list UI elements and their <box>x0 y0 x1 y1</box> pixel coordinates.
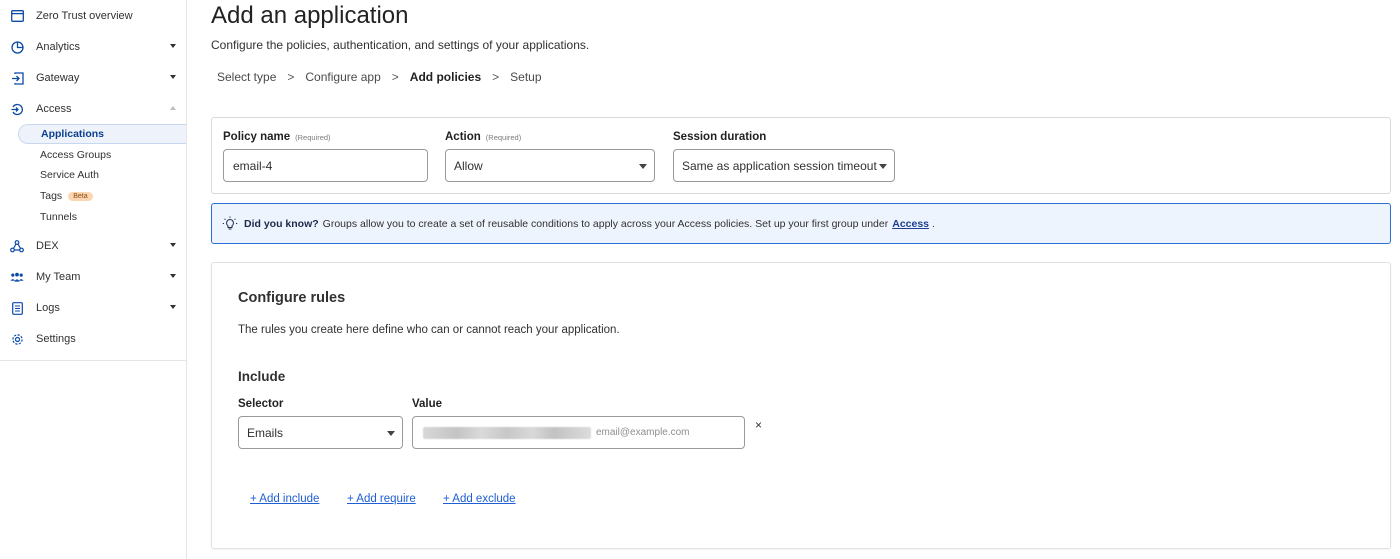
action-label-text: Action <box>445 131 481 143</box>
email-placeholder: email@example.com <box>596 427 690 438</box>
sidebar-subitem-label: Access Groups <box>40 149 112 161</box>
sidebar-subitem-tunnels[interactable]: Tunnels <box>18 207 186 227</box>
sidebar-subitem-access-groups[interactable]: Access Groups <box>18 145 186 165</box>
beta-badge: Beta <box>68 191 93 201</box>
access-link[interactable]: Access <box>892 218 929 230</box>
chevron-down-icon <box>170 75 176 79</box>
dropdown-arrow-icon <box>879 164 887 169</box>
session-duration-select[interactable]: Same as application session timeout <box>673 149 895 182</box>
redacted-email <box>423 426 591 439</box>
sidebar-item-gateway[interactable]: Gateway <box>0 66 186 90</box>
add-require-link[interactable]: + Add require <box>347 493 416 505</box>
banner-trailing: . <box>932 217 935 230</box>
breadcrumb-separator: > <box>391 70 399 84</box>
breadcrumb-step-configure-app[interactable]: Configure app <box>305 70 380 84</box>
action-value: Allow <box>454 158 483 173</box>
breadcrumb: Select type > Configure app > Add polici… <box>217 70 542 84</box>
banner-text: Groups allow you to create a set of reus… <box>322 217 889 230</box>
banner-heading: Did you know? <box>244 217 319 230</box>
sidebar-item-label: Settings <box>36 333 76 345</box>
gear-icon <box>10 332 24 346</box>
dropdown-arrow-icon <box>639 164 647 169</box>
include-title: Include <box>238 369 286 384</box>
policy-name-value: email-4 <box>233 158 273 173</box>
sidebar-subitem-label: Tunnels <box>40 211 77 223</box>
action-label: Action (Required) <box>445 131 521 143</box>
sidebar-item-my-team[interactable]: My Team <box>0 265 186 289</box>
page-description: Configure the policies, authentication, … <box>211 38 590 52</box>
document-icon <box>10 301 24 315</box>
sidebar-subitem-tags[interactable]: Tags Beta <box>18 186 186 206</box>
chevron-up-icon <box>170 106 176 110</box>
sidebar-subitem-label: Tags <box>40 190 63 202</box>
sidebar-item-analytics[interactable]: Analytics <box>0 35 186 59</box>
policy-name-input[interactable]: email-4 <box>223 149 428 182</box>
chevron-down-icon <box>170 305 176 309</box>
browser-window-icon <box>10 9 24 23</box>
configure-rules-description: The rules you create here define who can… <box>238 324 620 336</box>
chevron-down-icon <box>170 243 176 247</box>
pie-chart-icon <box>10 40 24 54</box>
policy-name-label-text: Policy name <box>223 131 291 143</box>
sidebar-item-label: DEX <box>36 240 59 252</box>
selector-label-text: Selector <box>238 398 284 410</box>
breadcrumb-step-add-policies: Add policies <box>409 70 482 84</box>
gateway-icon <box>10 71 24 85</box>
email-value-input[interactable]: email@example.com <box>412 416 745 449</box>
sidebar-item-label: Access <box>36 103 72 115</box>
chevron-down-icon <box>170 274 176 278</box>
session-duration-label-text: Session duration <box>673 131 767 143</box>
team-icon <box>10 270 24 284</box>
sidebar-item-label: Zero Trust overview <box>36 10 133 22</box>
access-icon <box>10 102 24 116</box>
configure-rules-title: Configure rules <box>238 290 346 306</box>
selector-value: Emails <box>247 425 284 440</box>
add-include-link[interactable]: + Add include <box>250 493 319 505</box>
sidebar-subitem-applications[interactable]: Applications <box>18 124 186 144</box>
sidebar: Zero Trust overview Analytics Gateway Ac… <box>0 0 187 559</box>
info-banner: Did you know? Groups allow you to create… <box>211 203 1391 244</box>
sidebar-item-settings[interactable]: Settings <box>0 327 186 351</box>
sidebar-subitem-label: Applications <box>41 128 105 140</box>
sidebar-item-logs[interactable]: Logs <box>0 296 186 320</box>
required-marker: (Required) <box>295 133 331 142</box>
session-duration-value: Same as application session timeout <box>682 158 877 173</box>
dropdown-arrow-icon <box>387 431 395 436</box>
selector-select[interactable]: Emails <box>238 416 403 449</box>
breadcrumb-separator: > <box>287 70 295 84</box>
configure-rules-card <box>211 262 1391 549</box>
breadcrumb-separator: > <box>492 70 500 84</box>
required-marker: (Required) <box>485 133 522 142</box>
sidebar-item-label: Gateway <box>36 72 80 84</box>
lightbulb-icon <box>222 216 238 232</box>
sidebar-item-label: Analytics <box>36 41 81 53</box>
sidebar-item-label: Logs <box>36 302 60 314</box>
network-icon <box>10 239 24 253</box>
breadcrumb-step-select-type[interactable]: Select type <box>217 70 276 84</box>
sidebar-subitem-service-auth[interactable]: Service Auth <box>18 165 186 185</box>
sidebar-subitem-label: Service Auth <box>40 169 99 181</box>
add-exclude-link[interactable]: + Add exclude <box>443 493 516 505</box>
session-duration-label: Session duration <box>673 131 766 143</box>
sidebar-divider <box>0 360 186 361</box>
sidebar-item-dex[interactable]: DEX <box>0 234 186 258</box>
breadcrumb-step-setup[interactable]: Setup <box>510 70 541 84</box>
chevron-down-icon <box>170 44 176 48</box>
selector-label: Selector <box>238 398 283 410</box>
policy-name-label: Policy name (Required) <box>223 131 331 143</box>
value-label-text: Value <box>412 398 443 410</box>
sidebar-item-zero-trust-overview[interactable]: Zero Trust overview <box>0 4 186 28</box>
value-label: Value <box>412 398 442 410</box>
sidebar-item-access[interactable]: Access <box>0 97 186 121</box>
action-select[interactable]: Allow <box>445 149 655 182</box>
sidebar-item-label: My Team <box>36 271 81 283</box>
remove-rule-icon[interactable]: × <box>755 418 762 432</box>
page-title: Add an application <box>211 2 409 29</box>
